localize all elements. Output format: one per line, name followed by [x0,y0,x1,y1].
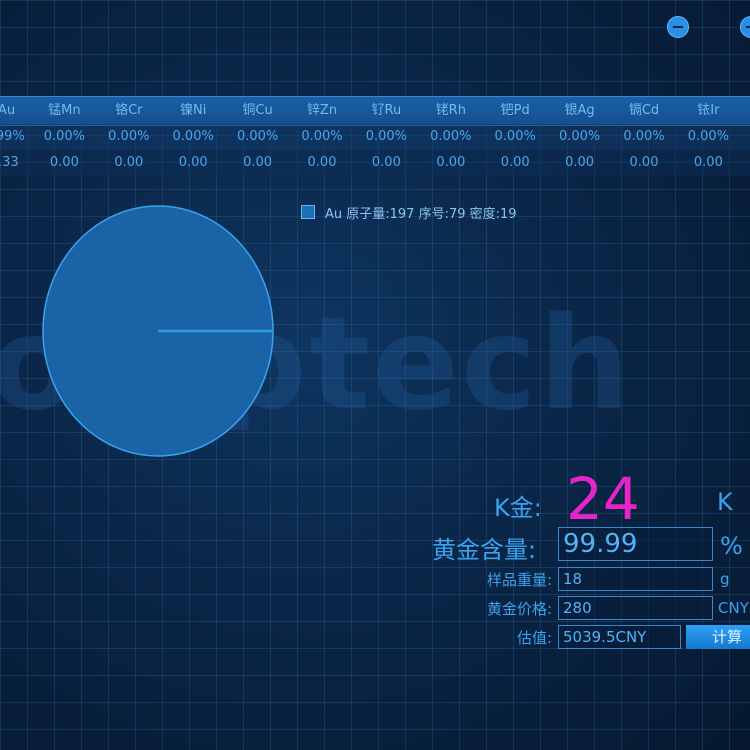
element-percent-cell: 0.00% [172,129,214,144]
element-header-cell: 钯Pd [500,103,530,118]
element-percent-cell: 0.00% [687,129,730,144]
element-value-cell: 0.00 [49,155,79,170]
element-table-value-row: 76.33 0.00 0.00 0.00 0.00 0.00 0.00 0.00 0.00 0.0… [0,150,750,176]
element-header-cell: 铜Cu [242,103,273,118]
element-percent-cell: 0.00% [365,129,408,144]
element-value-cell: 0.00 [436,155,466,170]
estimate-field: 5039.5CNY [558,625,681,649]
element-header-cell: 锰Mn [48,103,81,118]
sample-weight-label: 样品重量: [486,571,552,589]
calculate-button[interactable]: 计算 [686,625,750,649]
element-header-cell: 钌Ru [371,103,402,118]
composition-pie-chart [42,205,274,457]
element-value-cell: 0.00 [565,155,595,170]
element-value-cell: 76.33 [0,155,19,170]
element-percent-cell: 0.00% [301,129,343,144]
legend-checkbox[interactable] [301,205,315,219]
element-percent-cell: 0.00% [430,129,472,144]
element-value-cell: 0.00 [371,155,401,170]
element-percent-cell: 99.99% [0,129,25,144]
element-percent-cell: 0.00% [623,129,665,144]
element-value-cell: 0.00 [243,155,273,170]
element-value-cell: 0.00 [178,155,208,170]
gold-content-field[interactable]: 99.99 [558,527,713,561]
minimize-icon[interactable] [667,16,689,38]
estimate-label: 估值: [516,629,552,647]
element-header-cell: 镉Cd [628,103,660,118]
element-header-cell: 镍Ni [180,103,207,118]
close-icon[interactable] [740,16,750,38]
sample-weight-input[interactable]: 18 [558,567,713,591]
element-percent-cell: 0.00% [43,129,86,144]
element-header-cell: 锌Zn [306,103,338,118]
karat-unit: K [717,488,733,516]
gold-price-unit: CNY [718,599,749,617]
element-header-cell: 铬Cr [115,103,143,118]
element-header-cell: 金Au [0,103,16,118]
karat-label: K金: [494,494,542,522]
element-value-cell: 0.00 [500,155,530,170]
karat-value: 24 [566,465,640,533]
element-header-cell: 铑Rh [435,103,466,118]
legend-text: Au 原子量:197 序号:79 密度:19 [325,207,517,222]
sample-weight-unit: g [720,570,730,588]
element-percent-cell: 0.00% [558,129,601,144]
gold-price-input[interactable]: 280 [558,596,713,620]
element-table-percent-row: 99.99% 0.00% 0.00% 0.00% 0.00% 0.00% 0.00% 0.00… [0,124,750,150]
element-percent-cell: 0.00% [108,129,150,144]
element-percent-cell: 0.00% [236,129,279,144]
gold-content-unit: % [720,532,743,560]
element-header-cell: 银Ag [564,103,595,118]
element-value-cell: 0.00 [629,155,659,170]
element-value-cell: 0.00 [693,155,723,170]
gold-content-label: 黄金含量: [432,536,537,564]
element-value-cell: 0.00 [114,155,144,170]
element-percent-cell: 0.00% [494,129,536,144]
element-table-header: 金Au 锰Mn 铬Cr 镍Ni 铜Cu 锌Zn 钌Ru 铑Rh 钯Pd 银Ag 镉Cd 铱Ir [0,96,750,126]
element-value-cell: 0.00 [307,155,337,170]
element-header-cell: 铱Ir [697,103,720,118]
gold-price-label: 黄金价格: [486,600,552,618]
